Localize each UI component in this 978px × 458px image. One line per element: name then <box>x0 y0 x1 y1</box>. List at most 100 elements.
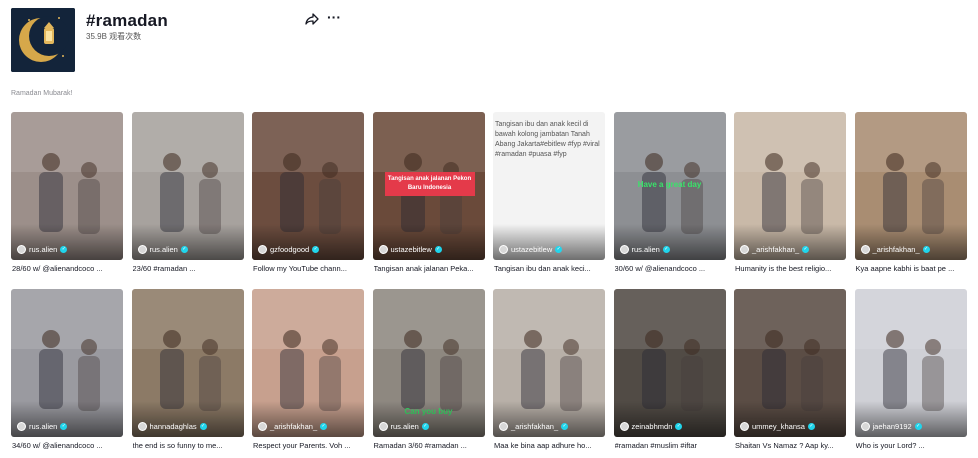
video-thumbnail[interactable]: ummey_khansa ✓ <box>734 289 846 437</box>
author-name[interactable]: rus.alien <box>632 245 660 254</box>
author-avatar[interactable] <box>17 245 26 254</box>
video-card[interactable]: _arishfakhan_ ✓ Humanity is the best relig… <box>734 112 846 277</box>
author-name[interactable]: _arishfakhan_ <box>270 422 317 431</box>
video-caption[interactable]: 34/60 w/ @alienandcoco ... <box>12 441 124 450</box>
video-caption[interactable]: Follow my YouTube chann... <box>253 264 365 273</box>
author-avatar[interactable] <box>860 245 870 254</box>
video-card[interactable]: Tangisan anak jalanan Pekon Baru Indones… <box>372 112 486 277</box>
author-name[interactable]: _arishfakhan_ <box>873 245 920 254</box>
video-author[interactable]: _arishfakhan_ ✓ <box>499 422 569 431</box>
author-name[interactable]: ummey_khansa <box>752 422 805 431</box>
video-card[interactable]: rus.alien ✓ 23/60 #ramadan ... <box>131 112 245 277</box>
video-card[interactable]: hannadaghlas ✓ the end is so funny to me..… <box>131 289 245 454</box>
video-author[interactable]: rus.alien ✓ <box>17 245 68 254</box>
video-card[interactable]: Tangisan ibu dan anak kecil di bawah kol… <box>493 112 605 277</box>
video-thumbnail[interactable]: zeinabhmdn ✓ <box>613 289 726 437</box>
video-author[interactable]: _arishfakhan_ ✓ <box>740 245 810 254</box>
video-card[interactable]: gzfoodgood ✓ Follow my YouTube chann... <box>252 112 364 277</box>
video-caption[interactable]: 23/60 #ramadan ... <box>133 264 245 273</box>
video-caption[interactable]: Who is your Lord? ... <box>856 441 968 450</box>
video-caption[interactable]: the end is so funny to me... <box>133 441 245 450</box>
video-thumbnail[interactable]: rus.alien ✓ <box>11 112 123 260</box>
video-caption[interactable]: Tangisan ibu dan anak keci... <box>494 264 606 273</box>
author-name[interactable]: _arishfakhan_ <box>511 422 558 431</box>
video-author[interactable]: gzfoodgood ✓ <box>258 245 320 254</box>
author-avatar[interactable] <box>378 245 388 254</box>
video-caption[interactable]: Respect your Parents. Voh ... <box>253 441 365 450</box>
video-thumbnail[interactable]: Tangisan ibu dan anak kecil di bawah kol… <box>493 112 605 260</box>
video-author[interactable]: ustazebitlew ✓ <box>499 245 563 254</box>
video-thumbnail[interactable]: rus.alien ✓ <box>131 112 244 260</box>
author-name[interactable]: ustazebitlew <box>391 245 432 254</box>
author-name[interactable]: gzfoodgood <box>270 245 309 254</box>
author-avatar[interactable] <box>740 422 749 431</box>
video-thumbnail[interactable]: _arishfakhan_ ✓ <box>252 289 364 437</box>
video-author[interactable]: rus.alien ✓ <box>378 422 429 431</box>
video-author[interactable]: jaehan9192 ✓ <box>860 422 922 431</box>
video-caption[interactable]: Ramadan 3/60 #ramadan ... <box>374 441 486 450</box>
author-name[interactable]: _arishfakhan_ <box>752 245 799 254</box>
video-card[interactable]: Have a great day rus.alien ✓ 30/60 w/ @alie… <box>613 112 727 277</box>
video-card[interactable]: _arishfakhan_ ✓ Kya aapne kabhi is baat pe… <box>854 112 968 277</box>
author-name[interactable]: zeinabhmdn <box>632 422 673 431</box>
author-name[interactable]: jaehan9192 <box>873 422 912 431</box>
author-avatar[interactable] <box>619 245 629 254</box>
video-thumbnail[interactable]: Tangisan anak jalanan Pekon Baru Indones… <box>372 112 485 260</box>
video-card[interactable]: _arishfakhan_ ✓ Respect your Parents. Voh … <box>252 289 364 454</box>
video-author[interactable]: zeinabhmdn ✓ <box>619 422 683 431</box>
hashtag-description: Ramadan Mubarak! <box>11 90 73 97</box>
author-avatar[interactable] <box>499 422 508 431</box>
video-thumbnail[interactable]: jaehan9192 ✓ <box>854 289 967 437</box>
video-caption[interactable]: Shaitan Vs Namaz ? Aap ky... <box>735 441 847 450</box>
video-thumbnail[interactable]: Have a great day rus.alien ✓ <box>613 112 726 260</box>
video-caption[interactable]: Tangisan anak jalanan Peka... <box>374 264 486 273</box>
video-card[interactable]: zeinabhmdn ✓ #ramadan #muslim #iftar <box>613 289 727 454</box>
author-avatar[interactable] <box>378 422 388 431</box>
video-author[interactable]: ustazebitlew ✓ <box>378 245 442 254</box>
author-name[interactable]: rus.alien <box>29 422 57 431</box>
video-author[interactable]: _arishfakhan_ ✓ <box>258 422 328 431</box>
author-name[interactable]: ustazebitlew <box>511 245 552 254</box>
author-avatar[interactable] <box>17 422 26 431</box>
video-author[interactable]: rus.alien ✓ <box>137 245 188 254</box>
author-name[interactable]: hannadaghlas <box>150 422 197 431</box>
video-thumbnail[interactable]: rus.alien ✓ <box>11 289 123 437</box>
video-author[interactable]: ummey_khansa ✓ <box>740 422 815 431</box>
video-thumbnail[interactable]: _arishfakhan_ ✓ <box>493 289 605 437</box>
video-author[interactable]: _arishfakhan_ ✓ <box>860 245 930 254</box>
author-avatar[interactable] <box>137 422 147 431</box>
author-avatar[interactable] <box>740 245 749 254</box>
author-avatar[interactable] <box>860 422 870 431</box>
video-caption[interactable]: 30/60 w/ @alienandcoco ... <box>615 264 727 273</box>
share-icon[interactable] <box>305 12 319 26</box>
verified-badge-icon: ✓ <box>914 423 922 430</box>
video-thumbnail[interactable]: _arishfakhan_ ✓ <box>734 112 846 260</box>
video-caption[interactable]: 28/60 w/ @alienandcoco ... <box>12 264 124 273</box>
author-name[interactable]: rus.alien <box>391 422 419 431</box>
author-avatar[interactable] <box>258 245 267 254</box>
video-thumbnail[interactable]: gzfoodgood ✓ <box>252 112 364 260</box>
video-author[interactable]: rus.alien ✓ <box>17 422 68 431</box>
video-card[interactable]: jaehan9192 ✓ Who is your Lord? ... <box>854 289 968 454</box>
video-thumbnail[interactable]: _arishfakhan_ ✓ <box>854 112 967 260</box>
more-options-icon[interactable]: ··· <box>327 10 341 24</box>
video-card[interactable]: _arishfakhan_ ✓ Maa ke bina aap adhure ho.… <box>493 289 605 454</box>
video-card[interactable]: Can you buyrus.alien✓ Ramadan 3/60 #ramad… <box>372 289 486 454</box>
author-avatar[interactable] <box>619 422 629 431</box>
video-card[interactable]: rus.alien ✓ 28/60 w/ @alienandcoco ... <box>11 112 123 277</box>
author-avatar[interactable] <box>258 422 267 431</box>
video-author[interactable]: rus.alien ✓ <box>619 245 670 254</box>
video-author[interactable]: hannadaghlas ✓ <box>137 422 207 431</box>
video-caption[interactable]: Maa ke bina aap adhure ho... <box>494 441 606 450</box>
author-name[interactable]: rus.alien <box>29 245 57 254</box>
video-card[interactable]: ummey_khansa ✓ Shaitan Vs Namaz ? Aap ky..… <box>734 289 846 454</box>
video-caption[interactable]: Kya aapne kabhi is baat pe ... <box>856 264 968 273</box>
video-caption[interactable]: Humanity is the best religio... <box>735 264 847 273</box>
video-card[interactable]: rus.alien ✓ 34/60 w/ @alienandcoco ... <box>11 289 123 454</box>
author-name[interactable]: rus.alien <box>150 245 178 254</box>
author-avatar[interactable] <box>137 245 147 254</box>
video-thumbnail[interactable]: hannadaghlas ✓ <box>131 289 244 437</box>
video-thumbnail[interactable]: Can you buyrus.alien✓ <box>372 289 485 437</box>
video-caption[interactable]: #ramadan #muslim #iftar <box>615 441 727 450</box>
author-avatar[interactable] <box>499 245 508 254</box>
